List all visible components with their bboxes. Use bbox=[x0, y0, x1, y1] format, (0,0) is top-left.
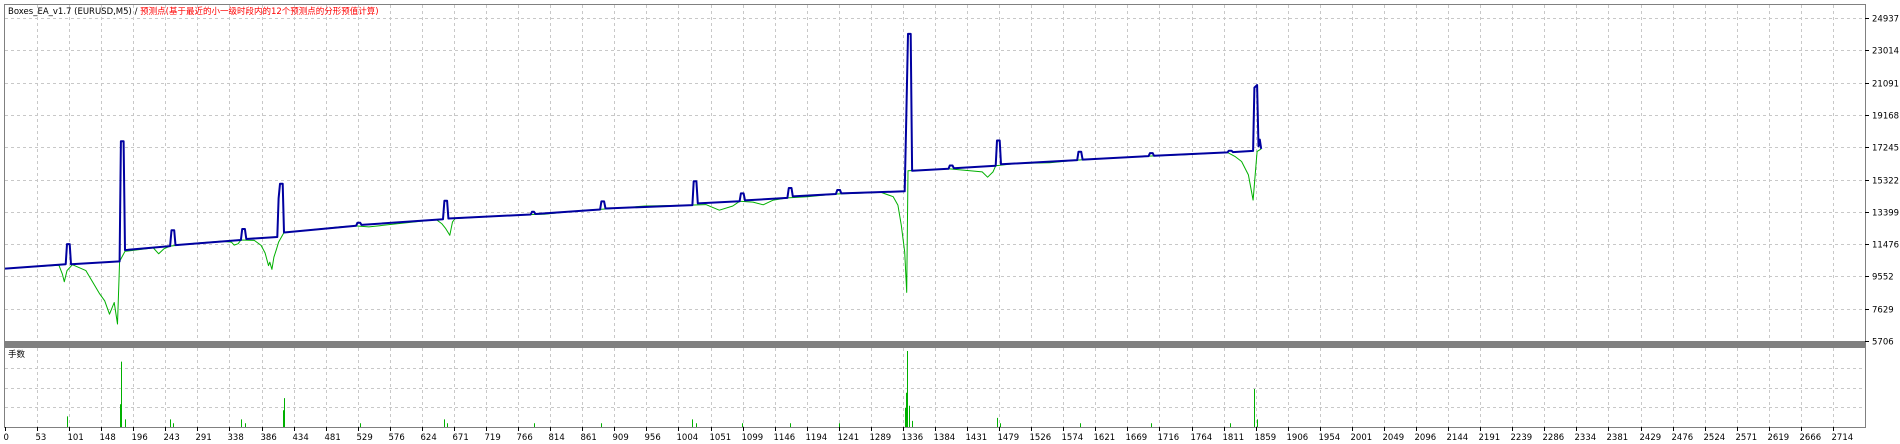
x-tick-label: 2619 bbox=[1768, 433, 1790, 443]
x-tick-label: 1004 bbox=[677, 433, 699, 443]
x-tick-label: 1336 bbox=[902, 433, 924, 443]
x-tick-label: 481 bbox=[325, 433, 341, 443]
x-tick-label: 2381 bbox=[1607, 433, 1629, 443]
y-tick-label: 15322 bbox=[1872, 177, 1899, 187]
x-tick-label: 1289 bbox=[870, 433, 892, 443]
x-tick-label: 148 bbox=[100, 433, 116, 443]
x-tick-label: 1669 bbox=[1126, 433, 1148, 443]
x-tick-label: 1146 bbox=[774, 433, 796, 443]
y-tick-label: 21091 bbox=[1872, 80, 1899, 90]
x-tick-label: 2429 bbox=[1640, 433, 1662, 443]
x-tick-label: 2096 bbox=[1415, 433, 1437, 443]
x-tick-label: 53 bbox=[36, 433, 47, 443]
x-tick-label: 243 bbox=[164, 433, 180, 443]
y-tick-label: 13399 bbox=[1872, 209, 1899, 219]
x-tick-label: 386 bbox=[261, 433, 277, 443]
x-tick-label: 1051 bbox=[710, 433, 732, 443]
x-tick-label: 1384 bbox=[934, 433, 956, 443]
x-tick-label: 814 bbox=[549, 433, 565, 443]
x-tick-label: 2524 bbox=[1704, 433, 1726, 443]
x-tick-label: 2286 bbox=[1543, 433, 1565, 443]
x-tick-label: 576 bbox=[389, 433, 405, 443]
x-tick-label: 861 bbox=[581, 433, 597, 443]
x-tick-label: 671 bbox=[453, 433, 469, 443]
x-axis: 0 53 101 148 196 243 291 338 386 434 481 529 576 624 6… bbox=[4, 427, 1854, 443]
y-tick-label: 19168 bbox=[1872, 112, 1899, 122]
x-tick-label: 101 bbox=[68, 433, 84, 443]
x-tick-label: 956 bbox=[645, 433, 661, 443]
x-tick-label: 2239 bbox=[1511, 433, 1533, 443]
chart-title-separator: / bbox=[132, 7, 140, 17]
x-tick-label: 0 bbox=[4, 433, 9, 443]
x-tick-label: 2571 bbox=[1736, 433, 1758, 443]
x-tick-label: 1574 bbox=[1062, 433, 1084, 443]
chart-title-main: Boxes_EA_v1.7 (EURUSD,M5) bbox=[8, 7, 132, 17]
x-tick-label: 2191 bbox=[1479, 433, 1501, 443]
lots-panel-title: 手数 bbox=[8, 349, 26, 360]
x-tick-label: 529 bbox=[357, 433, 373, 443]
x-tick-label: 1526 bbox=[1030, 433, 1052, 443]
y-tick-label: 5706 bbox=[1872, 338, 1894, 348]
lots-panel: 手数 bbox=[4, 347, 1866, 428]
x-tick-label: 1716 bbox=[1158, 433, 1180, 443]
strategy-tester-chart: Boxes_EA_v1.7 (EURUSD,M5) / 预测点(基于最近的小一级… bbox=[4, 4, 1899, 443]
x-tick-label: 338 bbox=[228, 433, 244, 443]
y-tick-label: 9552 bbox=[1872, 273, 1894, 283]
x-tick-label: 1859 bbox=[1255, 433, 1277, 443]
chart-title-indicator: 预测点(基于最近的小一级时段内的12个预测点的分形预值计算) bbox=[140, 6, 378, 17]
x-tick-label: 1431 bbox=[966, 433, 988, 443]
x-tick-label: 2049 bbox=[1383, 433, 1405, 443]
x-tick-label: 624 bbox=[421, 433, 437, 443]
x-tick-label: 1479 bbox=[998, 433, 1020, 443]
x-tick-label: 1764 bbox=[1191, 433, 1213, 443]
x-tick-label: 1241 bbox=[838, 433, 860, 443]
x-tick-label: 1954 bbox=[1319, 433, 1341, 443]
main-panel: Boxes_EA_v1.7 (EURUSD,M5) / 预测点(基于最近的小一级… bbox=[4, 4, 1899, 348]
x-tick-label: 2714 bbox=[1832, 433, 1854, 443]
x-tick-label: 291 bbox=[196, 433, 212, 443]
x-tick-label: 1099 bbox=[742, 433, 764, 443]
y-tick-label: 11476 bbox=[1872, 241, 1899, 251]
x-tick-label: 196 bbox=[132, 433, 148, 443]
y-tick-label: 17245 bbox=[1872, 144, 1899, 154]
x-tick-label: 1906 bbox=[1287, 433, 1309, 443]
x-tick-label: 2666 bbox=[1800, 433, 1822, 443]
x-tick-label: 2334 bbox=[1575, 433, 1597, 443]
x-tick-label: 1811 bbox=[1223, 433, 1245, 443]
x-tick-label: 2001 bbox=[1351, 433, 1373, 443]
y-axis: 24937 23014 21091 19168 17245 15322 13399 11476… bbox=[1865, 15, 1899, 348]
y-tick-label: 23014 bbox=[1872, 47, 1899, 57]
x-tick-label: 2476 bbox=[1672, 433, 1694, 443]
x-tick-label: 909 bbox=[613, 433, 629, 443]
y-tick-label: 24937 bbox=[1872, 15, 1899, 25]
x-tick-label: 1621 bbox=[1094, 433, 1116, 443]
panel-separator bbox=[4, 342, 1866, 347]
y-tick-label: 7629 bbox=[1872, 306, 1894, 316]
x-tick-label: 766 bbox=[517, 433, 533, 443]
x-tick-label: 719 bbox=[485, 433, 501, 443]
x-tick-label: 434 bbox=[293, 433, 309, 443]
x-tick-label: 1194 bbox=[806, 433, 828, 443]
x-tick-label: 2144 bbox=[1447, 433, 1469, 443]
chart-title: Boxes_EA_v1.7 (EURUSD,M5) / 预测点(基于最近的小一级… bbox=[8, 6, 379, 17]
